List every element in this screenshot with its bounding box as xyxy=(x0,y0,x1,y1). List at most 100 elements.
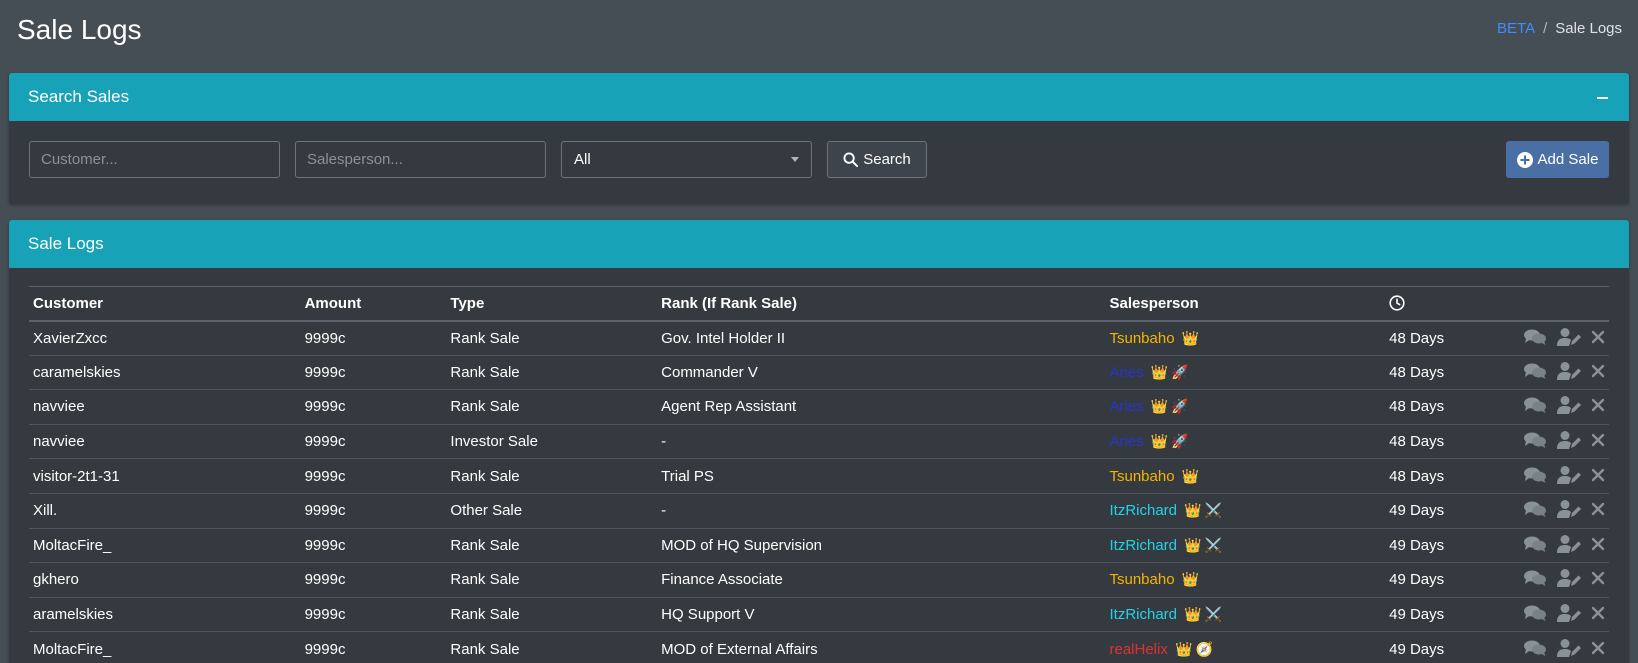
close-icon[interactable] xyxy=(1591,571,1605,585)
salesperson-name[interactable]: Tsunbaho xyxy=(1110,330,1175,347)
close-icon[interactable] xyxy=(1591,398,1605,412)
cell-salesperson[interactable]: Tsunbaho 👑 xyxy=(1105,562,1386,598)
cell-rank: Finance Associate xyxy=(657,562,1106,598)
add-sale-label: Add Sale xyxy=(1537,151,1599,168)
salesperson-name[interactable]: ItzRichard xyxy=(1110,537,1178,554)
column-header-type[interactable]: Type xyxy=(446,286,658,322)
salesperson-badges: 👑 🚀 xyxy=(1148,398,1189,415)
salesperson-name[interactable]: Aries xyxy=(1110,398,1144,415)
cell-amount: 9999c xyxy=(300,493,447,529)
salesperson-badge-icon: 🧭 xyxy=(1195,640,1213,657)
salesperson-name[interactable]: ItzRichard xyxy=(1110,606,1178,623)
salesperson-name[interactable]: Tsunbaho xyxy=(1110,468,1175,485)
cell-salesperson[interactable]: Aries 👑 🚀 xyxy=(1105,355,1386,391)
column-header-actions xyxy=(1519,286,1609,322)
close-icon[interactable] xyxy=(1591,330,1605,344)
column-header-rank[interactable]: Rank (If Rank Sale) xyxy=(657,286,1106,322)
cell-salesperson[interactable]: ItzRichard 👑 ⚔️ xyxy=(1105,597,1386,633)
cell-time: 49 Days xyxy=(1385,597,1519,633)
cell-customer[interactable]: caramelskies xyxy=(29,355,301,391)
user-edit-icon[interactable] xyxy=(1556,534,1582,554)
user-edit-icon[interactable] xyxy=(1556,395,1582,415)
salesperson-badge-icon: 👑 xyxy=(1184,536,1202,553)
cell-rank: Agent Rep Assistant xyxy=(657,389,1106,425)
column-header-salesperson[interactable]: Salesperson xyxy=(1105,286,1386,322)
cell-customer[interactable]: MoltacFire_ xyxy=(29,631,301,663)
comments-icon[interactable] xyxy=(1523,362,1547,380)
breadcrumb: BETA / Sale Logs xyxy=(1497,20,1622,37)
salesperson-badge-icon: 👑 xyxy=(1184,606,1202,623)
user-edit-icon[interactable] xyxy=(1556,568,1582,588)
salesperson-name[interactable]: Aries xyxy=(1110,433,1144,450)
comments-icon[interactable] xyxy=(1523,328,1547,346)
salesperson-badge-icon: ⚔️ xyxy=(1204,502,1223,519)
cell-type: Rank Sale xyxy=(446,562,658,598)
cell-time: 49 Days xyxy=(1385,528,1519,564)
cell-customer[interactable]: XavierZxcc xyxy=(29,320,301,356)
cell-type: Rank Sale xyxy=(446,458,658,494)
search-button[interactable]: Search xyxy=(827,141,927,178)
cell-salesperson[interactable]: Aries 👑 🚀 xyxy=(1105,389,1386,425)
salesperson-name[interactable]: realHelix xyxy=(1110,641,1168,658)
user-edit-icon[interactable] xyxy=(1556,327,1582,347)
cell-customer[interactable]: navviee xyxy=(29,389,301,425)
close-icon[interactable] xyxy=(1591,502,1605,516)
cell-actions xyxy=(1519,458,1609,494)
user-edit-icon[interactable] xyxy=(1556,430,1582,450)
column-header-time[interactable] xyxy=(1385,286,1519,322)
comments-icon[interactable] xyxy=(1523,535,1547,553)
cell-customer[interactable]: gkhero xyxy=(29,562,301,598)
comments-icon[interactable] xyxy=(1523,431,1547,449)
cell-salesperson[interactable]: Tsunbaho 👑 xyxy=(1105,458,1386,494)
comments-icon[interactable] xyxy=(1523,604,1547,622)
breadcrumb-link-beta[interactable]: BETA xyxy=(1497,20,1535,37)
salesperson-badge-icon: 🚀 xyxy=(1171,398,1189,415)
sale-type-select[interactable]: All xyxy=(561,141,812,178)
cell-customer[interactable]: navviee xyxy=(29,424,301,460)
table-row: MoltacFire_ 9999c Rank Sale MOD of Exter… xyxy=(29,631,1609,663)
cell-customer[interactable]: visitor-2t1-31 xyxy=(29,458,301,494)
salesperson-badges: 👑 ⚔️ xyxy=(1181,502,1222,519)
salesperson-name[interactable]: Tsunbaho xyxy=(1110,571,1175,588)
clock-icon xyxy=(1389,295,1515,311)
search-body: All Search Add Sale xyxy=(9,121,1629,204)
customer-search-input[interactable] xyxy=(29,141,280,178)
salesperson-badges: 👑 xyxy=(1179,468,1199,485)
close-icon[interactable] xyxy=(1591,468,1605,482)
cell-customer[interactable]: aramelskies xyxy=(29,597,301,633)
salesperson-badges: 👑 xyxy=(1179,571,1199,588)
comments-icon[interactable] xyxy=(1523,500,1547,518)
collapse-minus-icon[interactable] xyxy=(1594,88,1610,106)
column-header-amount[interactable]: Amount xyxy=(300,286,447,322)
close-icon[interactable] xyxy=(1591,537,1605,551)
column-header-customer[interactable]: Customer xyxy=(29,286,301,322)
close-icon[interactable] xyxy=(1591,641,1605,655)
search-card-header: Search Sales xyxy=(9,73,1629,121)
add-sale-button[interactable]: Add Sale xyxy=(1506,141,1609,178)
close-icon[interactable] xyxy=(1591,433,1605,447)
comments-icon[interactable] xyxy=(1523,396,1547,414)
comments-icon[interactable] xyxy=(1523,569,1547,587)
cell-customer[interactable]: MoltacFire_ xyxy=(29,528,301,564)
table-row: aramelskies 9999c Rank Sale HQ Support V… xyxy=(29,597,1609,633)
cell-customer[interactable]: Xill. xyxy=(29,493,301,529)
cell-salesperson[interactable]: Tsunbaho 👑 xyxy=(1105,320,1386,356)
cell-amount: 9999c xyxy=(300,355,447,391)
user-edit-icon[interactable] xyxy=(1556,465,1582,485)
close-icon[interactable] xyxy=(1591,364,1605,378)
cell-salesperson[interactable]: ItzRichard 👑 ⚔️ xyxy=(1105,493,1386,529)
user-edit-icon[interactable] xyxy=(1556,499,1582,519)
cell-type: Rank Sale xyxy=(446,355,658,391)
salesperson-name[interactable]: ItzRichard xyxy=(1110,502,1178,519)
salesperson-name[interactable]: Aries xyxy=(1110,364,1144,381)
close-icon[interactable] xyxy=(1591,606,1605,620)
salesperson-search-input[interactable] xyxy=(295,141,546,178)
comments-icon[interactable] xyxy=(1523,639,1547,657)
cell-salesperson[interactable]: ItzRichard 👑 ⚔️ xyxy=(1105,528,1386,564)
user-edit-icon[interactable] xyxy=(1556,638,1582,658)
cell-salesperson[interactable]: realHelix 👑 🧭 xyxy=(1105,631,1386,663)
cell-salesperson[interactable]: Aries 👑 🚀 xyxy=(1105,424,1386,460)
user-edit-icon[interactable] xyxy=(1556,603,1582,623)
user-edit-icon[interactable] xyxy=(1556,361,1582,381)
comments-icon[interactable] xyxy=(1523,466,1547,484)
